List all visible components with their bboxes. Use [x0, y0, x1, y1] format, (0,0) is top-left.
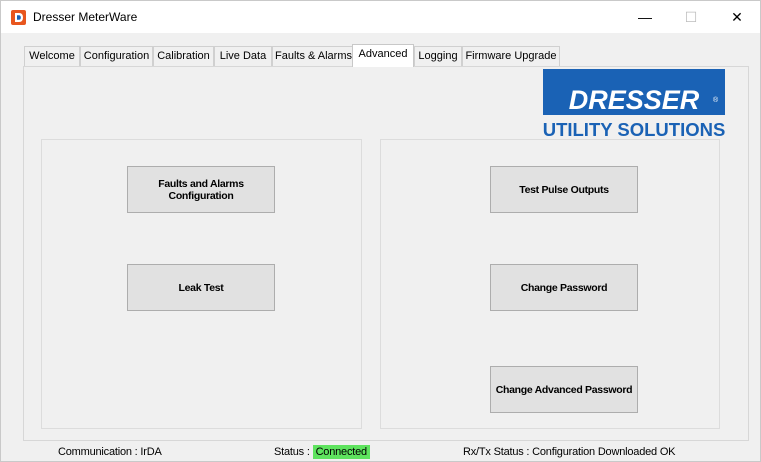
test-pulse-outputs-label: Test Pulse Outputs — [519, 183, 609, 196]
change-password-label: Change Password — [520, 281, 608, 294]
tab-logging[interactable]: Logging — [414, 46, 462, 66]
test-pulse-outputs-button[interactable]: Test Pulse Outputs — [490, 166, 638, 213]
leak-test-label: Leak Test — [178, 281, 224, 294]
maximize-button[interactable]: ☐ — [668, 1, 714, 33]
leak-test-button[interactable]: Leak Test — [127, 264, 275, 311]
connection-status: Status : Connected — [274, 445, 370, 459]
tab-live-data[interactable]: Live Data — [214, 46, 272, 66]
communication-status: Communication : IrDA — [58, 446, 162, 458]
tab-faults-alarms[interactable]: Faults & Alarms — [272, 46, 355, 66]
status-bar: Communication : IrDA Status : Connected … — [1, 443, 760, 462]
close-button[interactable]: ✕ — [714, 1, 760, 33]
logo-line2: UTILITY SOLUTIONS — [543, 119, 725, 137]
connection-status-badge: Connected — [312, 445, 370, 459]
rxtx-status: Rx/Tx Status : Configuration Downloaded … — [463, 446, 676, 458]
change-password-button[interactable]: Change Password — [490, 264, 638, 311]
tab-welcome[interactable]: Welcome — [24, 46, 80, 66]
change-advanced-password-label: Change Advanced Password — [495, 383, 633, 396]
advanced-tab-panel: DRESSER ® UTILITY SOLUTIONS Faults and A… — [23, 66, 749, 441]
window-title: Dresser MeterWare — [33, 10, 138, 24]
logo-registered: ® — [713, 96, 719, 104]
left-button-group: Faults and Alarms Configuration Leak Tes… — [41, 139, 362, 429]
dresser-logo: DRESSER ® UTILITY SOLUTIONS — [543, 69, 725, 137]
tab-firmware-upgrade[interactable]: Firmware Upgrade — [462, 46, 560, 66]
faults-alarms-configuration-button[interactable]: Faults and Alarms Configuration — [127, 166, 275, 213]
tab-calibration[interactable]: Calibration — [153, 46, 214, 66]
right-button-group: Test Pulse Outputs Change Password Chang… — [380, 139, 720, 429]
logo-line1: DRESSER — [569, 85, 700, 115]
tab-advanced[interactable]: Advanced — [352, 44, 414, 67]
app-window: Dresser MeterWare — ☐ ✕ Welcome Configur… — [0, 0, 761, 462]
faults-alarms-configuration-label: Faults and Alarms Configuration — [158, 177, 244, 202]
app-logo-icon — [11, 10, 26, 25]
tab-configuration[interactable]: Configuration — [80, 46, 153, 66]
title-bar[interactable]: Dresser MeterWare — ☐ ✕ — [1, 1, 760, 33]
minimize-button[interactable]: — — [622, 1, 668, 33]
connection-status-label: Status : — [274, 446, 313, 458]
change-advanced-password-button[interactable]: Change Advanced Password — [490, 366, 638, 413]
